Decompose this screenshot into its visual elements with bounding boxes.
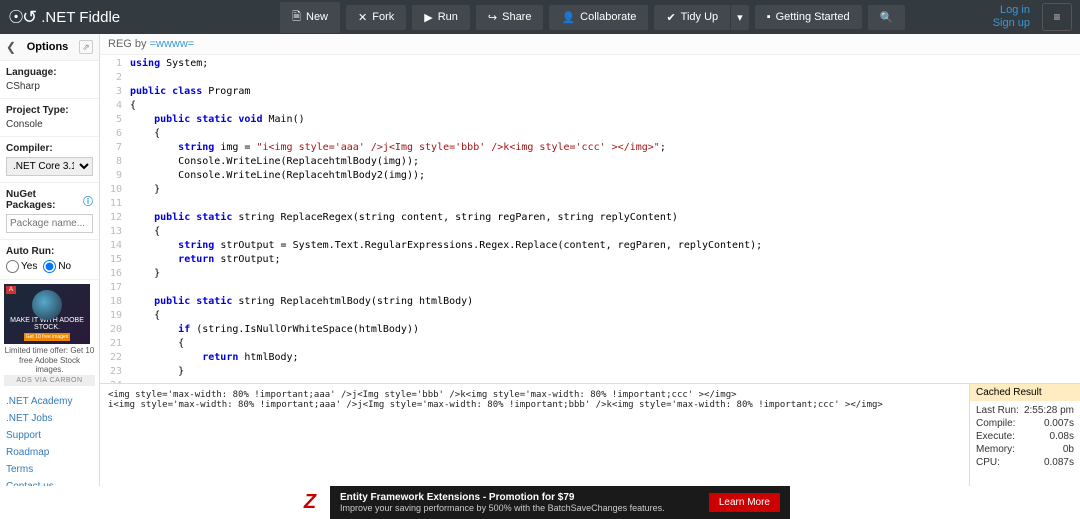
fork-label: Fork (372, 11, 394, 23)
promo-subtitle: Improve your saving performance by 500% … (340, 503, 665, 513)
fiddle-author[interactable]: =wwww= (150, 38, 195, 50)
promo-banner[interactable]: Z Entity Framework Extensions - Promotio… (290, 486, 790, 519)
promo-logo: Z (290, 486, 330, 519)
brand-logo-icon: ☉↺ (8, 7, 35, 28)
info-icon[interactable]: ⓘ (83, 193, 93, 208)
new-label: New (306, 11, 328, 23)
file-icon: 🗎 (292, 8, 301, 27)
stats-panel: Cached Result Last Run:2:55:28 pm Compile… (970, 384, 1080, 486)
sidebar-link[interactable]: Terms (6, 464, 93, 475)
nuget-label: NuGet Packages:ⓘ (6, 189, 93, 211)
book-icon: ▪ (767, 11, 771, 23)
new-button[interactable]: 🗎 New (280, 2, 340, 33)
autorun-yes[interactable]: Yes (6, 260, 37, 273)
run-label: Run (438, 11, 458, 23)
nuget-input[interactable] (6, 214, 93, 233)
brand-text: .NET Fiddle (41, 9, 120, 26)
options-sidebar: ❮ Options ⇗ Language: CSharp Project Typ… (0, 34, 100, 486)
ad-text: Limited time offer: Get 10 free Adobe St… (4, 346, 95, 375)
fork-button[interactable]: ✕ Fork (346, 5, 406, 30)
carbon-ad[interactable]: A MAKE IT WITH ADOBE STOCK. Get 10 free … (4, 284, 95, 386)
promo-learnmore-button[interactable]: Learn More (709, 493, 780, 512)
pin-sidebar-icon[interactable]: ⇗ (79, 40, 93, 54)
ad-image: A MAKE IT WITH ADOBE STOCK. Get 10 free … (4, 284, 90, 344)
collaborate-label: Collaborate (580, 11, 636, 23)
fork-icon: ✕ (358, 11, 367, 24)
promo-title: Entity Framework Extensions - Promotion … (340, 492, 665, 503)
share-label: Share (502, 11, 531, 23)
compiler-label: Compiler: (6, 143, 93, 154)
fiddle-name: REG by (108, 38, 150, 50)
stats-row: Execute:0.08s (976, 431, 1074, 442)
language-label: Language: (6, 67, 93, 78)
getting-started-label: Getting Started (776, 11, 850, 23)
auth-links: Log in Sign up (993, 4, 1030, 30)
signup-link[interactable]: Sign up (993, 17, 1030, 30)
collapse-sidebar-icon[interactable]: ❮ (6, 40, 16, 54)
sidebar-link[interactable]: .NET Jobs (6, 413, 93, 424)
getting-started-button[interactable]: ▪ Getting Started (755, 5, 862, 29)
menu-icon: ≡ (1053, 10, 1060, 24)
login-link[interactable]: Log in (993, 4, 1030, 17)
stats-header: Cached Result (970, 384, 1080, 401)
fiddle-title-bar[interactable]: REG by =wwww= (100, 34, 1080, 55)
collaborate-button[interactable]: 👤 Collaborate (549, 5, 648, 30)
stats-row: CPU:0.087s (976, 457, 1074, 468)
autorun-no[interactable]: No (43, 260, 71, 273)
sidebar-link[interactable]: Roadmap (6, 447, 93, 458)
main-area: REG by =wwww= 12345678910111213141516171… (100, 34, 1080, 486)
brand[interactable]: ☉↺ .NET Fiddle (8, 7, 120, 28)
autorun-label: Auto Run: (6, 246, 93, 257)
compiler-select[interactable]: .NET Core 3.1 (6, 157, 93, 176)
sidebar-link[interactable]: Support (6, 430, 93, 441)
sidebar-link[interactable]: .NET Academy (6, 396, 93, 407)
search-button[interactable]: 🔍 (868, 5, 906, 30)
play-icon: ▶ (424, 11, 432, 24)
tidyup-dropdown[interactable]: ▾ (730, 5, 749, 30)
tidyup-button[interactable]: ✔ Tidy Up (654, 5, 730, 30)
line-gutter: 1234567891011121314151617181920212223242… (100, 55, 126, 383)
share-icon: ↪ (488, 11, 497, 24)
stats-row: Compile:0.007s (976, 418, 1074, 429)
hamburger-menu[interactable]: ≡ (1042, 3, 1072, 31)
share-button[interactable]: ↪ Share (476, 5, 544, 30)
ad-via: ADS VIA CARBON (4, 375, 95, 386)
adobe-icon: A (6, 286, 16, 294)
check-icon: ✔ (666, 11, 675, 24)
output-panel: <img style='max-width: 80% !important;aa… (100, 384, 970, 486)
tidyup-label: Tidy Up (681, 11, 719, 23)
top-toolbar: ☉↺ .NET Fiddle 🗎 New ✕ Fork ▶ Run ↪ Share 👤 C… (0, 0, 1080, 34)
code-editor[interactable]: 1234567891011121314151617181920212223242… (100, 55, 1080, 384)
caret-down-icon: ▾ (737, 11, 743, 24)
sidebar-title: Options (16, 41, 79, 53)
language-value[interactable]: CSharp (6, 81, 93, 92)
search-icon: 🔍 (880, 11, 894, 24)
stats-row: Memory:0b (976, 444, 1074, 455)
stats-row: Last Run:2:55:28 pm (976, 405, 1074, 416)
run-button[interactable]: ▶ Run (412, 5, 470, 30)
projecttype-value[interactable]: Console (6, 119, 93, 130)
sidebar-link[interactable]: Contact us (6, 481, 93, 486)
z-icon: Z (304, 491, 316, 514)
code-content[interactable]: using System;public class Program{ publi… (126, 55, 1080, 383)
projecttype-label: Project Type: (6, 105, 93, 116)
user-icon: 👤 (561, 11, 575, 24)
